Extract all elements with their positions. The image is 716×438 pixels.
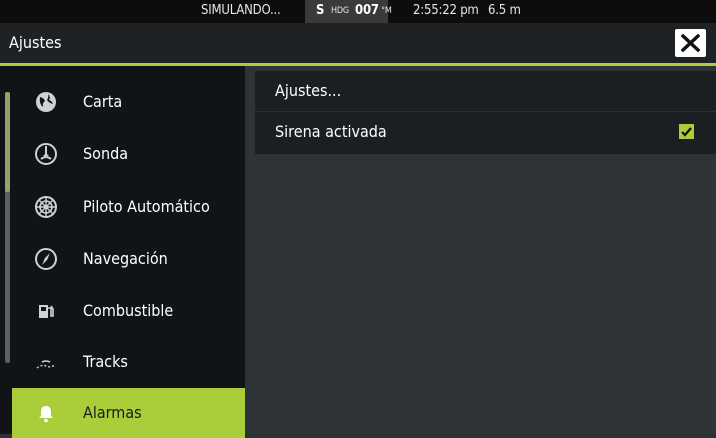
heading-label: HDG (331, 6, 350, 16)
heading-unit: °M (381, 6, 392, 16)
sidebar-item-navegacion[interactable]: Navegación (12, 234, 245, 284)
checkmark-icon (681, 127, 692, 137)
heading-value: 007 (355, 3, 379, 18)
row-label: Ajustes... (275, 81, 342, 100)
status-bar: SIMULANDO... S HDG 007 °M 2:55:22 pm 6.5… (0, 0, 716, 23)
sidebar-item-label: Navegación (83, 249, 168, 268)
helm-wheel-icon (34, 195, 58, 219)
siren-enabled-row[interactable]: Sirena activada (255, 111, 716, 154)
bell-icon (34, 401, 58, 425)
close-icon (681, 34, 700, 52)
sidebar-item-label: Piloto Automático (83, 197, 210, 216)
globe-icon (34, 90, 58, 114)
page-title: Ajustes (9, 33, 62, 52)
sidebar-item-label: Alarmas (83, 403, 142, 422)
sidebar-item-carta[interactable]: Carta (12, 77, 245, 127)
sidebar-item-sonda[interactable]: Sonda (12, 129, 245, 179)
title-bar: Ajustes (0, 23, 716, 66)
alarm-settings-row[interactable]: Ajustes... (255, 71, 716, 111)
sidebar-item-alarmas[interactable]: Alarmas (12, 388, 245, 438)
fuel-pump-icon (34, 299, 58, 323)
siren-enabled-checkbox[interactable] (679, 124, 694, 139)
settings-content: Ajustes... Sirena activada (245, 66, 716, 434)
sidebar-item-piloto-automatico[interactable]: Piloto Automático (12, 182, 245, 232)
sidebar-item-label: Combustible (83, 301, 174, 320)
sidebar-item-combustible[interactable]: Combustible (12, 286, 245, 336)
clock: 2:55:22 pm (413, 3, 479, 18)
sidebar-scroll-thumb[interactable] (5, 92, 10, 192)
settings-sidebar: Carta Sonda Piloto Automático Navegación… (0, 66, 245, 438)
depth-readout: 6.5 m (488, 3, 521, 18)
sidebar-item-label: Sonda (83, 144, 129, 163)
heading-prefix: S (316, 3, 325, 18)
compass-icon (34, 247, 58, 271)
close-button[interactable] (675, 29, 706, 57)
sidebar-item-label: Tracks (83, 352, 128, 371)
row-label: Sirena activada (275, 122, 387, 141)
sonar-icon (34, 142, 58, 166)
sidebar-item-tracks[interactable]: Tracks (12, 337, 245, 387)
track-icon (34, 350, 58, 374)
sidebar-item-label: Carta (83, 92, 123, 111)
heading-readout: S HDG 007 °M (200, 0, 392, 23)
